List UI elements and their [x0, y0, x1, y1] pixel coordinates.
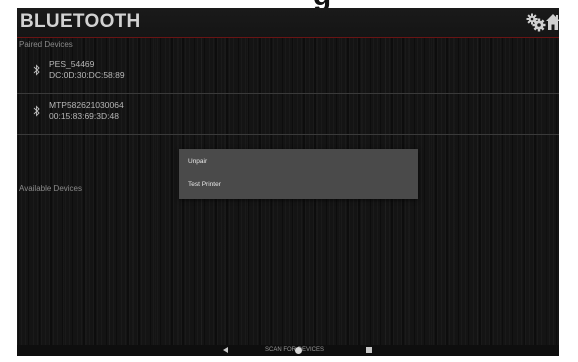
available-devices-label: Available Devices: [19, 184, 82, 193]
paired-devices-label: Paired Devices: [19, 40, 73, 49]
device-address: DC:0D:30:DC:58:89: [49, 70, 125, 80]
device-address: 00:15:83:69:3D:48: [49, 111, 119, 121]
device-name: MTP582621030064: [49, 100, 124, 110]
back-icon[interactable]: [223, 347, 228, 353]
app-header: BLUETOOTH: [17, 8, 559, 38]
paired-device-item[interactable]: PES_54469 DC:0D:30:DC:58:89: [17, 53, 559, 94]
system-navigation-bar: SCAN FOR DEVICES: [17, 345, 559, 356]
bluetooth-icon: [33, 64, 40, 76]
home-icon[interactable]: [545, 13, 559, 33]
device-name: PES_54469: [49, 59, 95, 69]
recent-apps-icon[interactable]: [366, 347, 372, 353]
device-context-menu: Unpair Test Printer: [179, 149, 418, 199]
tablet-screen: BLUETOOTH Paired Devices PES_54469 DC:0D…: [17, 8, 559, 356]
page-title: BLUETOOTH: [20, 11, 141, 32]
home-nav-icon[interactable]: [295, 347, 302, 354]
bluetooth-icon: [33, 105, 40, 117]
paired-device-item[interactable]: MTP582621030064 00:15:83:69:3D:48: [17, 94, 559, 135]
test-printer-menu-item[interactable]: Test Printer: [179, 173, 418, 197]
cut-off-heading-text: g: [272, 0, 372, 8]
unpair-menu-item[interactable]: Unpair: [179, 150, 418, 174]
